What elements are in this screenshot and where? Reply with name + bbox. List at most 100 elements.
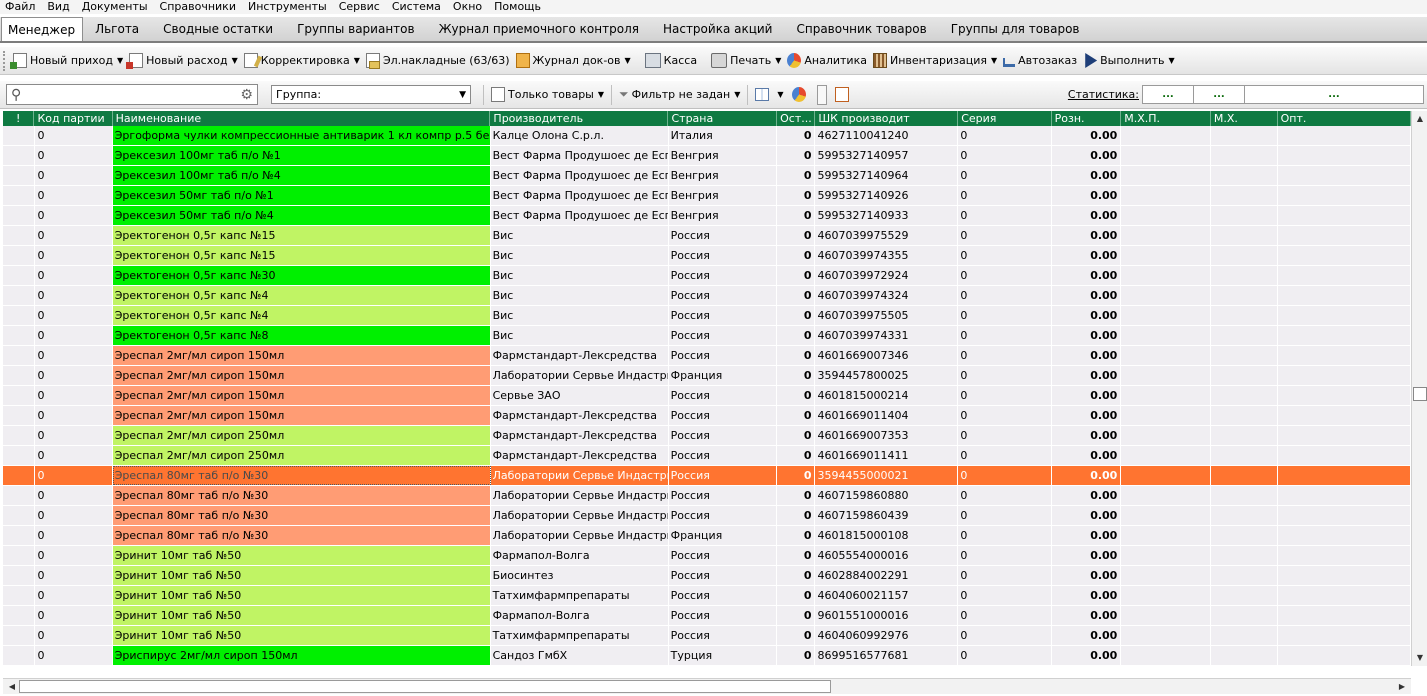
tab-item[interactable]: Сводные остатки bbox=[151, 17, 285, 41]
table-row[interactable]: 0 Эректогенон 0,5г капс №4 Вис Россия 0 46070… bbox=[3, 286, 1411, 306]
dropdown-arrow-icon[interactable]: ▼ bbox=[459, 90, 466, 100]
scroll-up-icon[interactable]: ▲ bbox=[1413, 112, 1427, 126]
column-header[interactable]: Страна bbox=[668, 111, 778, 126]
column-header[interactable]: Розн. bbox=[1052, 111, 1122, 126]
table-row[interactable]: 0 Эректогенон 0,5г капс №15 Вис Россия 0 4607… bbox=[3, 246, 1411, 266]
e-invoices-button[interactable]: Эл.накладные (63/63) bbox=[363, 50, 513, 72]
scroll-down-icon[interactable]: ▼ bbox=[1413, 651, 1427, 665]
column-header[interactable]: Опт. bbox=[1278, 111, 1411, 126]
kassa-button[interactable]: Касса bbox=[642, 50, 700, 72]
tab-item[interactable]: Группы для товаров bbox=[939, 17, 1092, 41]
filter-button[interactable]: ⏷ Фильтр не задан ▼ bbox=[615, 84, 744, 106]
menu-item[interactable]: Сервис bbox=[334, 0, 387, 14]
chevron-down-icon[interactable]: ▼ bbox=[1169, 56, 1175, 65]
table-row[interactable]: 0 Эринит 10мг таб №50 Фармапол-Волга Россия… bbox=[3, 606, 1411, 626]
vertical-scrollbar[interactable]: ▲ ▼ bbox=[1411, 111, 1427, 666]
table-row[interactable]: 0 Эреспал 2мг/мл сироп 150мл Фармстандарт-… bbox=[3, 406, 1411, 426]
group-select[interactable]: Группа: ▼ bbox=[271, 85, 471, 104]
doc-journal-button[interactable]: Журнал док-ов ▼ bbox=[513, 50, 634, 72]
table-row[interactable]: 0 Эрексезил 50мг таб п/о №4 Вест Фарма Про… bbox=[3, 206, 1411, 226]
autoorder-button[interactable]: Автозаказ bbox=[1000, 50, 1080, 72]
scroll-thumb[interactable] bbox=[19, 680, 831, 693]
menu-item[interactable]: Вид bbox=[42, 0, 76, 14]
chevron-down-icon[interactable]: ▼ bbox=[991, 56, 997, 65]
tab-item[interactable]: Менеджер bbox=[1, 17, 84, 41]
tab-item[interactable]: Группы вариантов bbox=[285, 17, 426, 41]
tab-item[interactable]: Настройка акций bbox=[651, 17, 785, 41]
table-row[interactable]: 0 Эреспал 80мг таб п/о №30 Лаборатории Сер… bbox=[3, 466, 1411, 486]
table-row[interactable]: 0 Эреспал 80мг таб п/о №30 Лаборатории Сер… bbox=[3, 506, 1411, 526]
table-row[interactable]: 0 Эреспал 2мг/мл сироп 150мл Сервье ЗАО Рос… bbox=[3, 386, 1411, 406]
column-header[interactable]: ШК производит bbox=[815, 111, 959, 126]
only-goods-button[interactable]: Только товары ▼ bbox=[487, 84, 608, 106]
table-row[interactable]: 0 Эреспал 2мг/мл сироп 150мл Лаборатории С… bbox=[3, 366, 1411, 386]
horizontal-scrollbar[interactable]: ◀ ▶ bbox=[3, 678, 1411, 694]
table-row[interactable]: 0 Эринит 10мг таб №50 Фармапол-Волга Россия… bbox=[3, 546, 1411, 566]
chevron-down-icon[interactable]: ▼ bbox=[232, 56, 238, 65]
inventory-button[interactable]: Инвентаризация ▼ bbox=[870, 50, 1000, 72]
column-header[interactable]: ! bbox=[3, 111, 35, 126]
stat-box-2: ... bbox=[1193, 85, 1245, 104]
table-row[interactable]: 0 Эреспал 80мг таб п/о №30 Лаборатории Сер… bbox=[3, 526, 1411, 546]
column-header[interactable]: Производитель bbox=[490, 111, 669, 126]
correction-button[interactable]: Корректировка ▼ bbox=[241, 50, 363, 72]
menu-item[interactable]: Инструменты bbox=[243, 0, 334, 14]
column-header[interactable]: Серия bbox=[958, 111, 1052, 126]
table-row[interactable]: 0 Эреспал 2мг/мл сироп 150мл Фармстандарт-… bbox=[3, 346, 1411, 366]
scroll-left-icon[interactable]: ◀ bbox=[5, 680, 19, 694]
table-row[interactable]: 0 Эреспал 2мг/мл сироп 250мл Фармстандарт-… bbox=[3, 426, 1411, 446]
column-header[interactable]: Ост... bbox=[777, 111, 816, 126]
column-header[interactable]: М.Х. bbox=[1211, 111, 1278, 126]
table-row[interactable]: 0 Эринит 10мг таб №50 Биосинтез Россия 0 4602… bbox=[3, 566, 1411, 586]
new-income-button[interactable]: Новый приход ▼ bbox=[10, 50, 126, 72]
cell-name: Эринит 10мг таб №50 bbox=[112, 546, 491, 565]
column-header[interactable]: Код партии bbox=[34, 111, 113, 126]
menu-item[interactable]: Справочники bbox=[155, 0, 243, 14]
menu-item[interactable]: Документы bbox=[77, 0, 155, 14]
table-row[interactable]: 0 Эрексезил 100мг таб п/о №4 Вест Фарма Пр… bbox=[3, 166, 1411, 186]
table-row[interactable]: 0 Эрексезил 100мг таб п/о №1 Вест Фарма Пр… bbox=[3, 146, 1411, 166]
menu-item[interactable]: Файл bbox=[0, 0, 42, 14]
statistics-label[interactable]: Статистика: bbox=[1068, 88, 1139, 101]
execute-button[interactable]: Выполнить ▼ bbox=[1080, 50, 1178, 72]
menu-item[interactable]: Система bbox=[387, 0, 448, 14]
column-header[interactable]: Наименование bbox=[113, 111, 491, 126]
search-input[interactable]: ⚲ ⚙ bbox=[6, 84, 258, 105]
chevron-down-icon[interactable]: ▼ bbox=[777, 90, 783, 99]
chevron-down-icon[interactable]: ▼ bbox=[354, 56, 360, 65]
table-row[interactable]: 0 Эректогенон 0,5г капс №15 Вис Россия 0 4607… bbox=[3, 226, 1411, 246]
tab-item[interactable]: Справочник товаров bbox=[784, 17, 938, 41]
menu-item[interactable]: Окно bbox=[448, 0, 489, 14]
report-button[interactable] bbox=[831, 84, 856, 106]
scroll-thumb[interactable] bbox=[1413, 387, 1427, 401]
columns-button[interactable]: ▼ bbox=[751, 84, 787, 106]
menu-item[interactable]: Помощь bbox=[489, 0, 548, 14]
kassa-label: Касса bbox=[663, 54, 698, 67]
toolbar-grip[interactable] bbox=[3, 50, 7, 71]
gear-icon[interactable]: ⚙ bbox=[240, 88, 253, 102]
table-row[interactable]: 0 Эрексезил 50мг таб п/о №1 Вест Фарма Про… bbox=[3, 186, 1411, 206]
layout-button[interactable] bbox=[813, 84, 831, 106]
table-row[interactable]: 0 Эректогенон 0,5г капс №8 Вис Россия 0 46070… bbox=[3, 326, 1411, 346]
scroll-right-icon[interactable]: ▶ bbox=[1395, 680, 1409, 694]
chevron-down-icon[interactable]: ▼ bbox=[734, 90, 740, 99]
new-expense-button[interactable]: Новый расход ▼ bbox=[126, 50, 241, 72]
table-row[interactable]: 0 Эриспирус 2мг/мл сироп 150мл Сандоз ГмбХ… bbox=[3, 646, 1411, 666]
table-row[interactable]: 0 Эреспал 80мг таб п/о №30 Лаборатории Сер… bbox=[3, 486, 1411, 506]
chart-button[interactable] bbox=[788, 84, 813, 106]
table-row[interactable]: 0 Эргоформа чулки компрессионные антивари… bbox=[3, 126, 1411, 146]
analytics-button[interactable]: Аналитика bbox=[784, 50, 870, 72]
table-row[interactable]: 0 Эринит 10мг таб №50 Татхимфармпрепараты Р… bbox=[3, 626, 1411, 646]
tab-item[interactable]: Журнал приемочного контроля bbox=[427, 17, 651, 41]
print-button[interactable]: Печать ▼ bbox=[708, 50, 784, 72]
tab-item[interactable]: Льгота bbox=[83, 17, 151, 41]
chevron-down-icon[interactable]: ▼ bbox=[625, 56, 631, 65]
chevron-down-icon[interactable]: ▼ bbox=[775, 56, 781, 65]
table-row[interactable]: 0 Эректогенон 0,5г капс №4 Вис Россия 0 46070… bbox=[3, 306, 1411, 326]
table-row[interactable]: 0 Эреспал 2мг/мл сироп 250мл Фармстандарт-… bbox=[3, 446, 1411, 466]
table-row[interactable]: 0 Эринит 10мг таб №50 Татхимфармпрепараты Р… bbox=[3, 586, 1411, 606]
chevron-down-icon[interactable]: ▼ bbox=[117, 56, 123, 65]
column-header[interactable]: М.Х.П. bbox=[1121, 111, 1211, 126]
chevron-down-icon[interactable]: ▼ bbox=[598, 90, 604, 99]
table-row[interactable]: 0 Эректогенон 0,5г капс №30 Вис Россия 0 4607… bbox=[3, 266, 1411, 286]
